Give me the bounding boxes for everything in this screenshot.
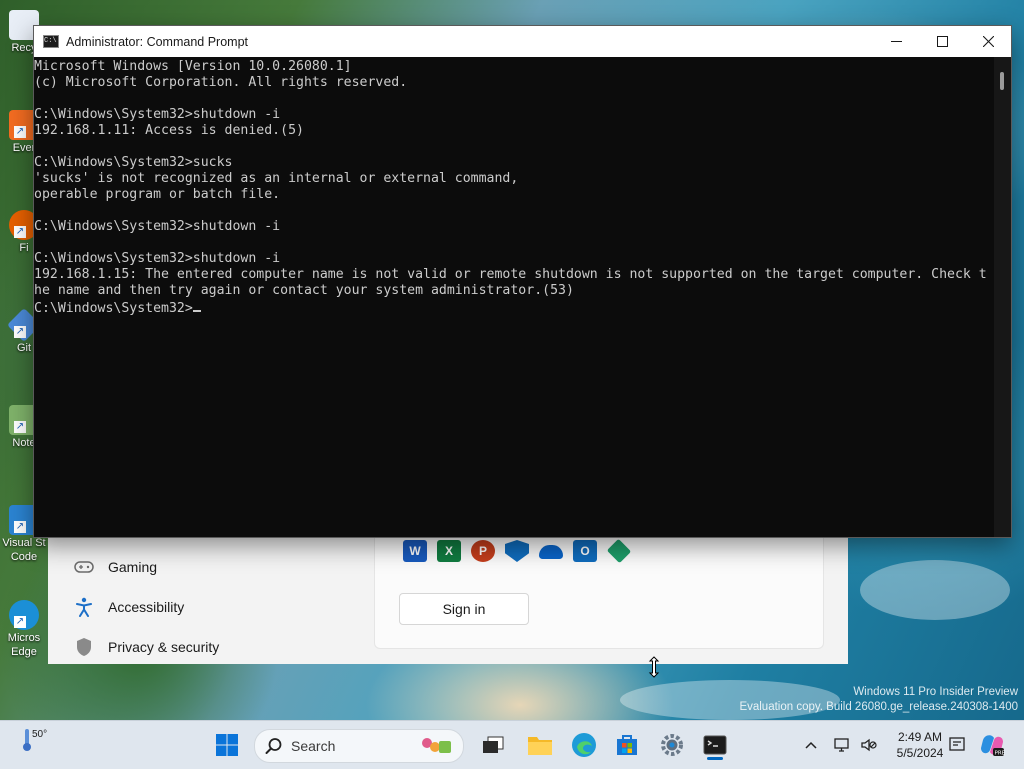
microsoft-365-card: W X P O Sign in: [374, 536, 824, 649]
store-button[interactable]: [611, 729, 643, 761]
settings-nav-label: Privacy & security: [108, 639, 220, 655]
copilot-icon: PRE: [981, 735, 1006, 757]
close-icon: [982, 36, 994, 47]
resize-cursor-icon: [648, 656, 660, 678]
command-prompt-window[interactable]: C:\ Administrator: Command Prompt Micros…: [34, 26, 1011, 537]
excel-icon: X: [437, 540, 461, 562]
word-icon: W: [403, 540, 427, 562]
clock-date: 5/5/2024: [896, 746, 944, 760]
taskbar: 50° Search 2:49 AM 5/5/2024 PRE: [0, 720, 1024, 769]
desktop-icon-edge[interactable]: ↗ Micros Edge: [0, 600, 48, 658]
network-icon: [834, 738, 849, 752]
window-titlebar[interactable]: C:\ Administrator: Command Prompt: [34, 26, 1011, 57]
windows-logo-icon: [216, 734, 238, 756]
gear-icon: [661, 734, 683, 756]
task-view-button[interactable]: [477, 729, 509, 761]
edge-icon: [572, 733, 596, 757]
notification-icon: [949, 737, 965, 751]
weather-temperature: 50°: [32, 729, 48, 740]
svg-text:PRE: PRE: [995, 751, 1006, 757]
file-explorer-button[interactable]: [524, 729, 556, 761]
window-title: Administrator: Command Prompt: [66, 34, 249, 49]
cmd-app-icon: C:\: [43, 35, 59, 48]
active-app-indicator: [707, 757, 723, 760]
shortcut-arrow-icon: ↗: [14, 126, 26, 138]
defender-icon: [505, 540, 529, 562]
search-label: Search: [291, 738, 336, 754]
shortcut-arrow-icon: ↗: [14, 326, 26, 338]
scrollbar-thumb[interactable]: [1000, 72, 1004, 90]
notifications-button[interactable]: [944, 729, 970, 761]
edge-button[interactable]: [568, 729, 600, 761]
build-watermark-line1: Windows 11 Pro Insider Preview: [853, 686, 1018, 698]
store-icon: [617, 735, 637, 755]
chevron-up-icon: [805, 741, 817, 749]
shortcut-arrow-icon: ↗: [14, 226, 26, 238]
settings-nav-accessibility[interactable]: Accessibility: [74, 597, 184, 617]
copilot-button[interactable]: PRE: [976, 729, 1008, 761]
app-icon-row: W X P O: [403, 538, 632, 564]
wave-foam: [860, 560, 1010, 620]
console-prompt-line[interactable]: C:\Windows\System32>: [34, 299, 994, 317]
wave-foam: [620, 680, 840, 720]
outlook-icon: O: [573, 540, 597, 562]
show-hidden-icons-button[interactable]: [797, 729, 825, 761]
shortcut-arrow-icon: ↗: [14, 616, 26, 628]
console-scrollbar[interactable]: [994, 57, 1011, 537]
task-view-icon: [483, 736, 504, 753]
onedrive-icon: [539, 545, 563, 559]
minimize-button[interactable]: [873, 26, 919, 57]
powerpoint-icon: P: [471, 540, 495, 562]
maximize-button[interactable]: [919, 26, 965, 57]
shield-icon: [74, 637, 94, 657]
shortcut-arrow-icon: ↗: [14, 521, 26, 533]
settings-window: Gaming Accessibility Privacy & security …: [48, 536, 848, 664]
close-button[interactable]: [965, 26, 1011, 57]
sign-in-button[interactable]: Sign in: [399, 593, 529, 625]
accessibility-icon: [74, 597, 94, 617]
settings-button[interactable]: [656, 729, 688, 761]
search-icon: [265, 738, 282, 754]
prompt-text: C:\Windows\System32>: [34, 301, 193, 316]
build-watermark-line2: Evaluation copy. Build 26080.ge_release.…: [739, 701, 1018, 713]
settings-nav-label: Gaming: [108, 559, 158, 575]
console-output[interactable]: Microsoft Windows [Version 10.0.26080.1]…: [34, 57, 994, 537]
network-button[interactable]: [830, 729, 856, 761]
gamepad-icon: [74, 557, 94, 577]
volume-button[interactable]: [856, 729, 882, 761]
family-safety-icon: [606, 538, 632, 564]
folder-icon: [528, 737, 552, 755]
search-highlight-icon: [422, 738, 451, 753]
start-button[interactable]: [211, 729, 243, 761]
settings-nav-privacy[interactable]: Privacy & security: [74, 637, 219, 657]
text-cursor: [192, 310, 201, 312]
console-text: Microsoft Windows [Version 10.0.26080.1]…: [34, 59, 987, 298]
taskbar-clock[interactable]: 2:49 AM 5/5/2024: [892, 729, 948, 761]
volume-muted-icon: [861, 738, 877, 752]
shortcut-arrow-icon: ↗: [14, 421, 26, 433]
taskbar-search[interactable]: Search: [254, 729, 464, 763]
clock-time: 2:49 AM: [897, 730, 943, 744]
maximize-icon: [936, 36, 948, 47]
minimize-icon: [890, 41, 902, 42]
settings-nav-label: Accessibility: [108, 599, 185, 615]
terminal-icon: [703, 735, 727, 755]
settings-nav-gaming[interactable]: Gaming: [74, 557, 157, 577]
